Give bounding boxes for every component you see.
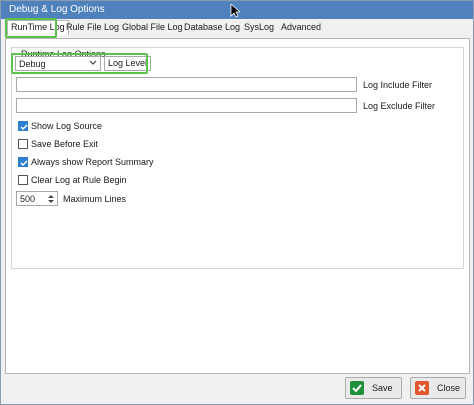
- always-show-report-summary-label: Always show Report Summary: [31, 157, 154, 167]
- tab-advanced[interactable]: Advanced: [281, 22, 321, 32]
- log-exclude-filter-label: Log Exclude Filter: [363, 101, 436, 111]
- maximum-lines-value: 500: [20, 194, 36, 204]
- checkmark-icon: [20, 124, 28, 131]
- show-log-source-checkbox[interactable]: [18, 121, 28, 131]
- clear-log-at-rule-begin-checkbox[interactable]: [18, 175, 28, 185]
- close-button[interactable]: Close: [410, 377, 466, 399]
- close-button-label: Close: [437, 383, 461, 393]
- maximum-lines-spinner[interactable]: 500: [16, 191, 58, 206]
- tab-rule-file-log[interactable]: Rule File Log: [66, 22, 119, 32]
- spinner-arrows-icon[interactable]: [47, 193, 55, 205]
- maximum-lines-label: Maximum Lines: [63, 194, 127, 204]
- window-title: Debug & Log Options: [9, 4, 105, 15]
- close-icon: [415, 381, 429, 395]
- save-before-exit-label: Save Before Exit: [31, 139, 99, 149]
- tab-global-file-log[interactable]: Global File Log: [122, 22, 183, 32]
- log-include-filter-input[interactable]: [16, 77, 357, 92]
- tab-database-log[interactable]: Database Log: [184, 22, 240, 32]
- debug-log-options-window: Debug & Log Options RunTime Log Rule Fil…: [0, 0, 474, 405]
- log-exclude-filter-input[interactable]: [16, 98, 357, 113]
- save-button-label: Save: [372, 383, 393, 393]
- save-check-icon: [350, 381, 364, 395]
- bottom-button-bar: Save Close: [5, 374, 470, 404]
- checkmark-icon: [20, 160, 28, 167]
- always-show-report-summary-checkbox[interactable]: [18, 157, 28, 167]
- show-log-source-label: Show Log Source: [31, 121, 103, 131]
- tab-highlight-frame: [5, 18, 57, 38]
- save-button[interactable]: Save: [345, 377, 402, 399]
- clear-log-at-rule-begin-label: Clear Log at Rule Begin: [31, 175, 127, 185]
- tab-strip: RunTime Log Rule File Log Global File Lo…: [5, 20, 471, 38]
- log-level-highlight-frame: [11, 53, 148, 74]
- save-before-exit-checkbox[interactable]: [18, 139, 28, 149]
- mouse-cursor-icon: [230, 4, 240, 18]
- log-include-filter-label: Log Include Filter: [363, 80, 433, 90]
- tab-syslog[interactable]: SysLog: [244, 22, 274, 32]
